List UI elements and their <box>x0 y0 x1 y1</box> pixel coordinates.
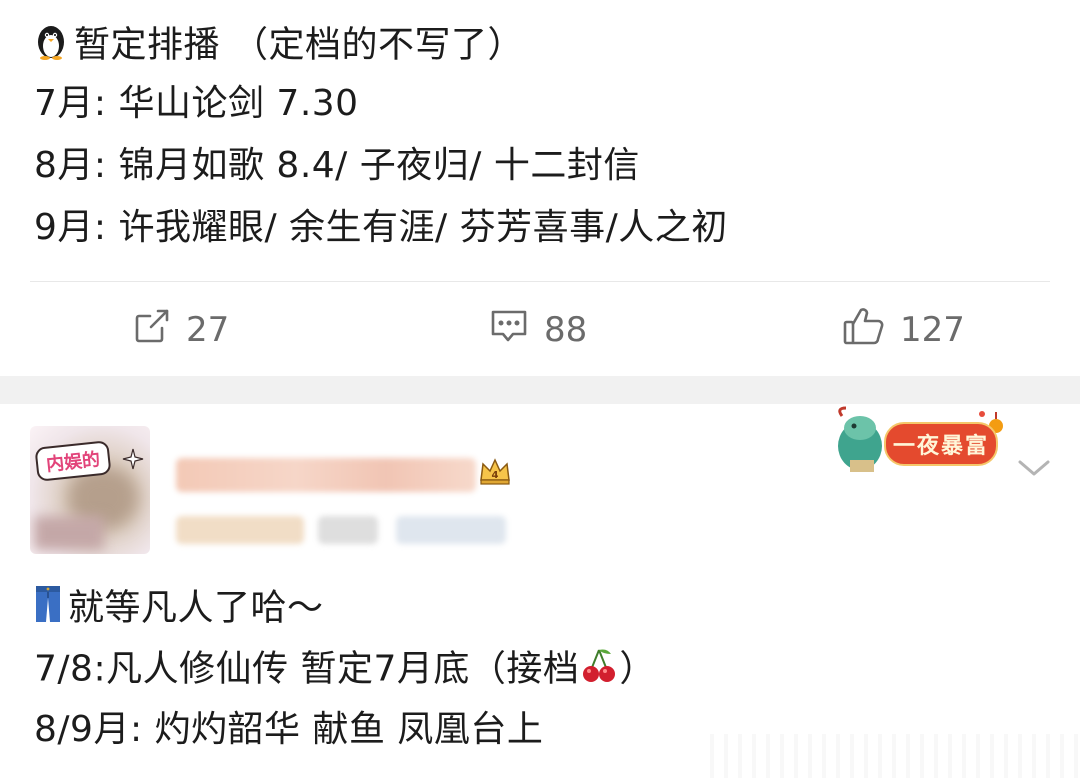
weibo-feed: 暂定排播 （定档的不写了） 7月: 华山论剑 7.30 8月: 锦月如歌 8.4… <box>0 0 1080 778</box>
post-extra-blurred <box>396 516 506 544</box>
avatar[interactable]: 内娱的 <box>30 426 150 554</box>
jeans-icon <box>34 584 62 635</box>
post-line-1-text: 暂定排播 （定档的不写了） <box>74 24 524 66</box>
svg-text:4: 4 <box>492 470 499 481</box>
post2-line-3: 8/9月: 灼灼韶华 献鱼 凤凰台上 <box>34 709 544 750</box>
post2-line-1-text: 就等凡人了哈～ <box>68 587 324 629</box>
like-button[interactable]: 127 <box>842 306 965 354</box>
post-separator <box>0 376 1080 404</box>
watermark-strip <box>700 734 1080 778</box>
sticker-text: 一夜暴富 <box>884 422 998 466</box>
post2-line-2: 7/8:凡人修仙传 暂定7月底（接档 ） <box>34 646 656 695</box>
divider <box>30 281 1050 282</box>
post2-line-2-text: 7/8:凡人修仙传 暂定7月底（接档 <box>34 648 580 690</box>
comment-count: 88 <box>544 310 588 350</box>
post-card-bottom: 内娱的 4 一夜暴富 就等凡人了哈～ 7/8:凡人修仙传 暂定7月底（接档 ） … <box>0 404 1080 778</box>
comment-button[interactable]: 88 <box>488 306 587 354</box>
thumbs-up-icon <box>842 305 900 356</box>
chevron-down-icon[interactable] <box>1014 456 1054 480</box>
penguin-icon <box>34 22 68 71</box>
repost-count: 27 <box>186 310 230 350</box>
post2-line-2-close: ） <box>619 648 656 690</box>
comment-icon <box>488 306 544 355</box>
username-blurred[interactable] <box>176 458 476 492</box>
post2-line-1: 就等凡人了哈～ <box>34 584 324 635</box>
avatar-photo-shadow <box>34 516 104 550</box>
star-sparkle-icon <box>122 448 144 470</box>
post-line-1: 暂定排播 （定档的不写了） <box>34 22 524 71</box>
like-count: 127 <box>900 310 965 350</box>
post-line-2: 7月: 华山论剑 7.30 <box>34 83 359 124</box>
post-time-blurred <box>176 516 304 544</box>
post-source-blurred <box>318 516 378 544</box>
repost-icon <box>132 306 186 355</box>
cherry-icon <box>581 646 617 695</box>
post-card-top: 暂定排播 （定档的不写了） 7月: 华山论剑 7.30 8月: 锦月如歌 8.4… <box>0 0 1080 376</box>
repost-button[interactable]: 27 <box>132 306 229 354</box>
post-line-4: 9月: 许我耀眼/ 余生有涯/ 芬芳喜事/人之初 <box>34 207 728 248</box>
crown-icon: 4 <box>480 458 510 485</box>
post-line-3: 8月: 锦月如歌 8.4/ 子夜归/ 十二封信 <box>34 145 640 186</box>
